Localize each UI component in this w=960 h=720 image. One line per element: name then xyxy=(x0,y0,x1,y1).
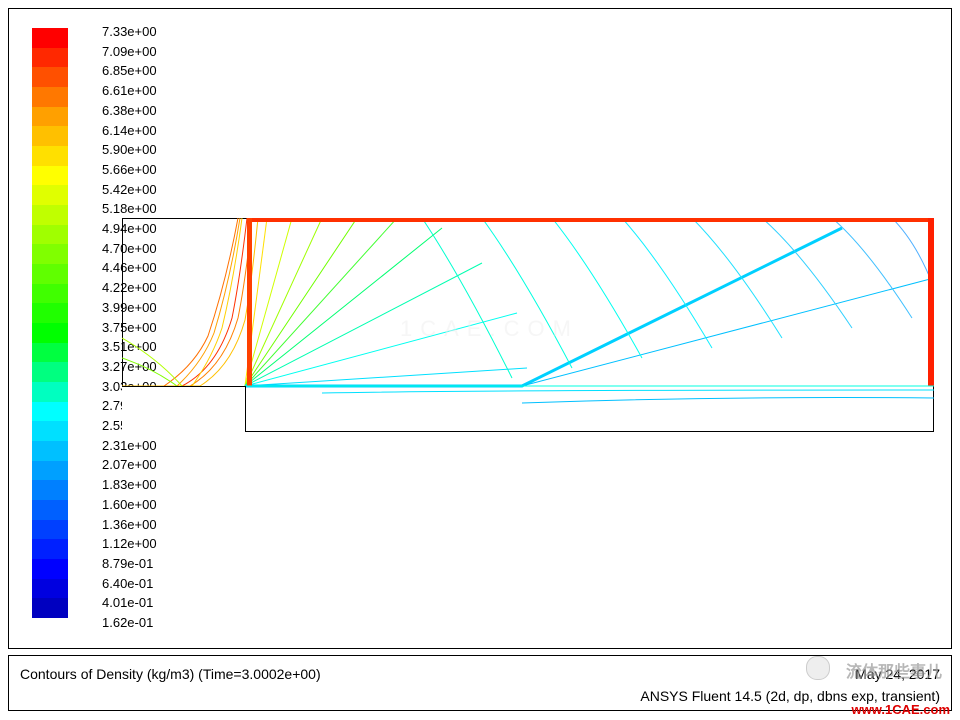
colorbar-segment xyxy=(32,579,68,599)
watermark-text: 流体那些事儿 xyxy=(846,658,942,682)
colorbar-tick: 8.79e-01 xyxy=(102,554,157,574)
colorbar-segment xyxy=(32,28,68,48)
colorbar-tick: 1.83e+00 xyxy=(102,475,157,495)
colorbar-segment xyxy=(32,185,68,205)
colorbar-tick: 1.12e+00 xyxy=(102,534,157,554)
colorbar-segment xyxy=(32,362,68,382)
canvas: 7.33e+007.09e+006.85e+006.61e+006.38e+00… xyxy=(0,0,960,720)
colorbar-segment xyxy=(32,146,68,166)
colorbar-segment xyxy=(32,441,68,461)
colorbar-tick: 6.61e+00 xyxy=(102,81,157,101)
colorbar-tick: 1.36e+00 xyxy=(102,515,157,535)
colorbar-segment xyxy=(32,598,68,618)
colorbar-tick: 4.01e-01 xyxy=(102,593,157,613)
colorbar-segment xyxy=(32,107,68,127)
colorbar-segment xyxy=(32,461,68,481)
colorbar-segment xyxy=(32,500,68,520)
colorbar-segment xyxy=(32,264,68,284)
colorbar-segment xyxy=(32,382,68,402)
colorbar-segment xyxy=(32,67,68,87)
colorbar-tick: 6.40e-01 xyxy=(102,574,157,594)
footer-title: Contours of Density (kg/m3) (Time=3.0002… xyxy=(20,666,321,682)
watermark-url: www.1CAE.com xyxy=(852,702,950,717)
colorbar-segment xyxy=(32,421,68,441)
colorbar-segment xyxy=(32,284,68,304)
colorbar-segment xyxy=(32,539,68,559)
domain-step xyxy=(122,386,246,432)
colorbar-segment xyxy=(32,126,68,146)
colorbar-segment xyxy=(32,343,68,363)
colorbar-segment xyxy=(32,520,68,540)
colorbar xyxy=(32,28,68,618)
colorbar-tick: 5.66e+00 xyxy=(102,160,157,180)
colorbar-tick: 2.07e+00 xyxy=(102,455,157,475)
colorbar-segment xyxy=(32,225,68,245)
colorbar-segment xyxy=(32,205,68,225)
colorbar-tick: 2.31e+00 xyxy=(102,436,157,456)
colorbar-segment xyxy=(32,402,68,422)
colorbar-segment xyxy=(32,323,68,343)
colorbar-segment xyxy=(32,87,68,107)
colorbar-segment xyxy=(32,244,68,264)
colorbar-tick: 5.90e+00 xyxy=(102,140,157,160)
colorbar-tick: 5.18e+00 xyxy=(102,199,157,219)
colorbar-segment xyxy=(32,480,68,500)
colorbar-tick: 7.09e+00 xyxy=(102,42,157,62)
colorbar-tick: 6.14e+00 xyxy=(102,121,157,141)
colorbar-segment xyxy=(32,48,68,68)
colorbar-tick: 6.85e+00 xyxy=(102,61,157,81)
wechat-icon xyxy=(806,656,830,680)
colorbar-segment xyxy=(32,303,68,323)
colorbar-tick: 1.60e+00 xyxy=(102,495,157,515)
colorbar-tick: 7.33e+00 xyxy=(102,22,157,42)
colorbar-segment xyxy=(32,559,68,579)
colorbar-tick: 1.62e-01 xyxy=(102,613,157,633)
colorbar-tick: 6.38e+00 xyxy=(102,101,157,121)
watermark-center: 1CAE.COM xyxy=(400,316,579,342)
colorbar-segment xyxy=(32,166,68,186)
colorbar-tick: 5.42e+00 xyxy=(102,180,157,200)
